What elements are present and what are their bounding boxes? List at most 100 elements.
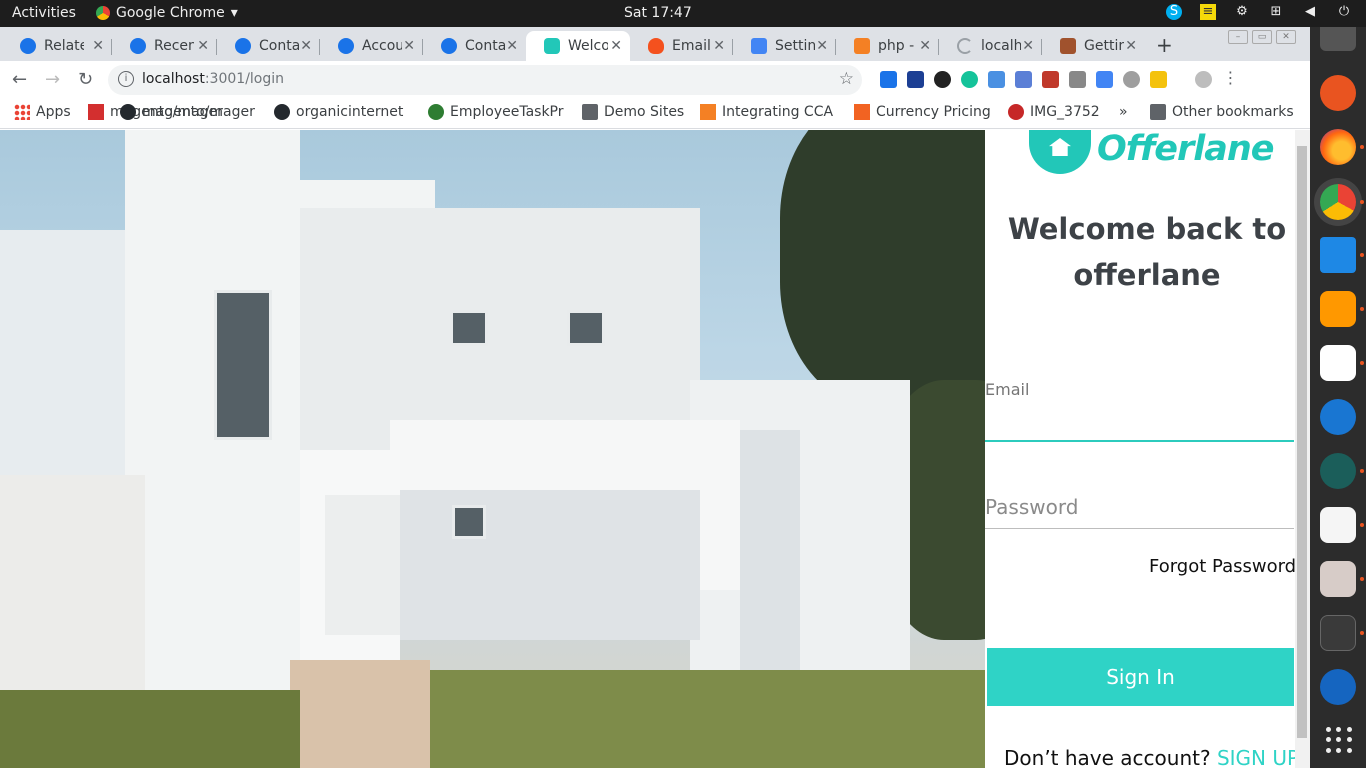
volume-icon[interactable]: ◀ xyxy=(1302,4,1318,20)
close-icon[interactable]: ✕ xyxy=(610,38,622,54)
grammarly-icon[interactable] xyxy=(961,71,978,88)
close-icon[interactable]: ✕ xyxy=(816,38,828,54)
extension-icon[interactable] xyxy=(988,71,1005,88)
cloud-sync-icon[interactable] xyxy=(1320,669,1356,705)
tab[interactable]: localh ✕ xyxy=(939,31,1042,61)
extension-icon[interactable] xyxy=(1123,71,1140,88)
show-applications-icon[interactable] xyxy=(1326,727,1352,753)
mail-icon xyxy=(751,38,767,54)
settings-gear-icon[interactable]: ⚙ xyxy=(1234,4,1250,20)
files-app-icon[interactable] xyxy=(1320,27,1356,51)
hero-house-image xyxy=(0,130,985,768)
extension-icon[interactable] xyxy=(1015,71,1032,88)
close-window-icon[interactable]: ✕ xyxy=(1276,30,1296,44)
close-icon[interactable]: ✕ xyxy=(300,38,312,54)
clock[interactable]: Sat 17:47 xyxy=(624,5,692,21)
bookmark-star-icon[interactable]: ☆ xyxy=(839,69,854,89)
sign-up-link[interactable]: SIGN UP xyxy=(1217,746,1295,768)
bookmark-item[interactable]: EmployeeTaskPr xyxy=(428,104,566,120)
menu-dots-icon[interactable]: ⋮ xyxy=(1222,70,1239,88)
bookmark-item[interactable]: magento/mager xyxy=(120,104,258,120)
extension-icon[interactable] xyxy=(880,71,897,88)
notes-icon[interactable]: ≡ xyxy=(1200,4,1216,20)
archive-manager-icon[interactable] xyxy=(1320,561,1356,597)
skype-icon[interactable]: S xyxy=(1166,4,1182,20)
close-icon[interactable]: ✕ xyxy=(919,38,931,54)
close-icon[interactable]: ✕ xyxy=(713,38,725,54)
tab[interactable]: Conta ✕ xyxy=(217,31,320,61)
sign-in-button[interactable]: Sign In xyxy=(987,648,1294,706)
minimize-icon[interactable]: – xyxy=(1228,30,1248,44)
app-menu[interactable]: Google Chrome ▾ xyxy=(96,5,238,21)
tab[interactable]: Settin ✕ xyxy=(733,31,836,61)
reload-icon[interactable]: ↻ xyxy=(78,69,93,90)
new-tab-button[interactable]: + xyxy=(1156,33,1173,57)
bookmark-folder-other[interactable]: Other bookmarks xyxy=(1150,104,1294,120)
tab[interactable]: Accou ✕ xyxy=(320,31,423,61)
loading-icon xyxy=(957,38,973,54)
camera-icon[interactable] xyxy=(1069,71,1086,88)
tab-active[interactable]: Welco ✕ xyxy=(526,31,630,61)
close-icon[interactable]: ✕ xyxy=(197,38,209,54)
ubuntu-dock xyxy=(1310,27,1366,768)
salesforce-icon xyxy=(338,38,354,54)
chrome-icon[interactable] xyxy=(1320,184,1356,220)
extension-icon[interactable] xyxy=(1042,71,1059,88)
close-icon[interactable]: ✕ xyxy=(1022,38,1034,54)
lightning-icon[interactable] xyxy=(1150,71,1167,88)
activities-button[interactable]: Activities xyxy=(12,5,76,21)
bookmark-item[interactable]: Integrating CCA xyxy=(700,104,838,120)
close-icon[interactable]: ✕ xyxy=(506,38,518,54)
slack-icon[interactable] xyxy=(1320,345,1356,381)
avatar-icon xyxy=(1060,38,1076,54)
close-icon[interactable]: ✕ xyxy=(92,38,104,54)
tab[interactable]: Relate ✕ xyxy=(2,31,112,61)
firefox-icon[interactable] xyxy=(1320,129,1356,165)
salesforce-icon xyxy=(20,38,36,54)
magento-icon xyxy=(88,104,104,120)
sublime-text-icon[interactable] xyxy=(1320,291,1356,327)
translate-icon[interactable] xyxy=(1096,71,1113,88)
tab[interactable]: Email ✕ xyxy=(630,31,733,61)
apps-grid-icon xyxy=(14,104,30,120)
extension-icon[interactable] xyxy=(907,71,924,88)
back-icon[interactable]: ← xyxy=(12,69,27,90)
info-icon[interactable]: i xyxy=(118,71,134,87)
close-icon[interactable]: ✕ xyxy=(1125,38,1137,54)
close-icon[interactable]: ✕ xyxy=(403,38,415,54)
brand-logo[interactable]: Offerlane xyxy=(1029,130,1274,174)
power-icon[interactable]: ⏻ xyxy=(1336,4,1352,20)
tab[interactable]: Gettin ✕ xyxy=(1042,31,1145,61)
password-field[interactable] xyxy=(985,485,1294,529)
system-tray: S ≡ ⚙ ⊞ ◀ ⏻ xyxy=(1166,4,1352,20)
text-editor-icon[interactable] xyxy=(1320,507,1356,543)
thunderbird-icon[interactable] xyxy=(1320,399,1356,435)
network-icon[interactable]: ⊞ xyxy=(1268,4,1284,20)
terminal-icon[interactable] xyxy=(1320,615,1356,651)
extension-icon[interactable] xyxy=(934,71,951,88)
profile-avatar-icon[interactable] xyxy=(1195,71,1212,88)
tab[interactable]: Recen ✕ xyxy=(112,31,217,61)
bookmarks-bar: Apps magento/mager magento/mager organic… xyxy=(0,99,1310,129)
salesforce-icon xyxy=(441,38,457,54)
forward-icon[interactable]: → xyxy=(45,69,60,90)
maximize-icon[interactable]: ▭ xyxy=(1252,30,1272,44)
email-field[interactable] xyxy=(985,402,1294,442)
bookmark-item[interactable]: Currency Pricing xyxy=(854,104,992,120)
scrollbar-thumb[interactable] xyxy=(1297,146,1307,738)
gitkraken-icon[interactable] xyxy=(1320,453,1356,489)
postman-icon[interactable] xyxy=(1320,75,1356,111)
bookmark-apps[interactable]: Apps xyxy=(14,104,71,120)
bookmarks-overflow-button[interactable]: » xyxy=(1119,104,1128,120)
tab[interactable]: Conta ✕ xyxy=(423,31,526,61)
vertical-scrollbar[interactable] xyxy=(1295,130,1310,768)
tab[interactable]: php - ✕ xyxy=(836,31,939,61)
forgot-password-link[interactable]: Forgot Password xyxy=(1149,556,1295,577)
url-text[interactable]: localhost:3001/login xyxy=(142,71,284,87)
stackoverflow-icon xyxy=(854,38,870,54)
vscode-icon[interactable] xyxy=(1320,237,1356,273)
bookmark-item[interactable]: IMG_3752 xyxy=(1008,104,1100,120)
bookmark-folder[interactable]: Demo Sites xyxy=(582,104,684,120)
bookmark-item[interactable]: organicinternet xyxy=(274,104,412,120)
address-bar[interactable]: i localhost:3001/login ☆ xyxy=(108,65,862,95)
